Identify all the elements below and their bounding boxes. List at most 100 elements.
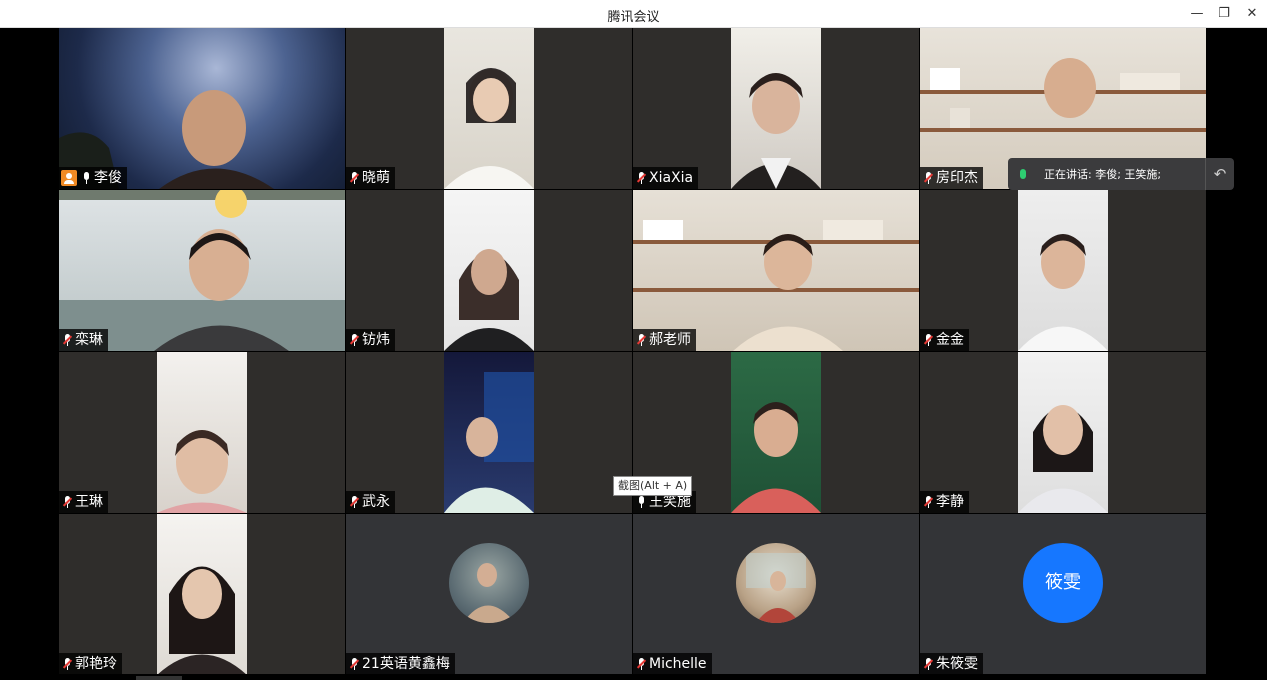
close-button[interactable]: ✕ — [1241, 4, 1263, 24]
person-figure — [1018, 234, 1108, 351]
participant-name: 21英语黄鑫梅 — [362, 656, 450, 672]
participant-name: 郝老师 — [649, 332, 691, 348]
mic-muted-icon — [922, 657, 934, 671]
person-figure — [444, 249, 534, 351]
mic-muted-icon — [922, 171, 934, 185]
participant-name: 郭艳玲 — [75, 656, 117, 672]
title-bar: 腾讯会议 — ❐ ✕ — [0, 0, 1267, 28]
avatar-photo — [746, 553, 806, 623]
participant-video — [731, 28, 821, 189]
mic-muted-icon — [61, 495, 73, 509]
participant-name: 晓萌 — [362, 170, 390, 186]
avatar-photo — [463, 563, 515, 623]
person-figure — [157, 430, 247, 513]
bottom-tab — [136, 676, 182, 680]
video-tile-jinjin[interactable]: 金金 — [920, 190, 1206, 351]
participant-video — [59, 28, 345, 189]
video-tile-zhuxiaowen[interactable]: 筱雯 朱筱雯 — [920, 514, 1206, 675]
video-tile-xiaomeng[interactable]: 晓萌 — [346, 28, 632, 189]
participant-video — [444, 352, 534, 513]
minimize-button[interactable]: — — [1186, 4, 1208, 24]
participant-label: 朱筱雯 — [920, 653, 983, 675]
participant-name: 王琳 — [75, 494, 103, 510]
video-tile-lijun[interactable]: 李俊 — [59, 28, 345, 189]
participant-label: 王琳 — [59, 491, 108, 513]
participant-label: 李俊 — [59, 167, 127, 189]
video-tile-xiaxia[interactable]: XiaXia — [633, 28, 919, 189]
person-figure — [731, 73, 821, 189]
participant-label: Michelle — [633, 653, 712, 675]
participant-label: XiaXia — [633, 167, 699, 189]
video-tile-guoyanling[interactable]: 郭艳玲 — [59, 514, 345, 675]
mic-muted-icon — [922, 495, 934, 509]
person-figure — [1018, 405, 1108, 513]
video-tile-wuyong[interactable]: 武永 — [346, 352, 632, 513]
participant-name: 房印杰 — [936, 170, 978, 186]
mic-muted-icon — [922, 333, 934, 347]
participant-video — [157, 352, 247, 513]
participant-video — [157, 514, 247, 675]
participant-video — [444, 190, 534, 351]
mic-muted-icon — [348, 495, 360, 509]
bottom-strip — [0, 674, 1267, 680]
participant-video — [444, 28, 534, 189]
participant-name: 朱筱雯 — [936, 656, 978, 672]
video-tile-lijing[interactable]: 李静 — [920, 352, 1206, 513]
participant-label: 栾琳 — [59, 329, 108, 351]
participant-video — [731, 352, 821, 513]
participant-label: 郝老师 — [633, 329, 696, 351]
mic-muted-icon — [61, 333, 73, 347]
mic-on-icon — [635, 495, 647, 509]
participant-avatar: 筱雯 — [1023, 543, 1103, 623]
speaking-indicator[interactable]: 正在讲话: 李俊; 王笑施; ↶ — [1008, 158, 1234, 190]
video-tile-huangxinmei[interactable]: 21英语黄鑫梅 — [346, 514, 632, 675]
participant-label: 房印杰 — [920, 167, 983, 189]
mic-muted-icon — [635, 171, 647, 185]
participant-label: 武永 — [346, 491, 395, 513]
participant-label: 21英语黄鑫梅 — [346, 653, 455, 675]
participant-label: 晓萌 — [346, 167, 395, 189]
participant-name: 李静 — [936, 494, 964, 510]
person-figure — [59, 190, 345, 351]
mic-muted-icon — [61, 657, 73, 671]
video-tile-fangwei[interactable]: 钫炜 — [346, 190, 632, 351]
participant-name: Michelle — [649, 656, 707, 672]
restore-button[interactable]: ❐ — [1213, 4, 1235, 24]
participant-avatar — [736, 543, 816, 623]
person-figure — [59, 90, 274, 189]
window-title: 腾讯会议 — [607, 10, 660, 25]
mic-muted-icon — [348, 333, 360, 347]
video-tile-haolaoshi[interactable]: 郝老师 — [633, 190, 919, 351]
person-figure — [444, 68, 534, 189]
participant-label: 钫炜 — [346, 329, 395, 351]
video-tile-michelle[interactable]: Michelle — [633, 514, 919, 675]
person-figure — [444, 372, 534, 513]
person-figure — [157, 566, 247, 675]
participant-label: 李静 — [920, 491, 969, 513]
screenshot-tooltip: 截图(Alt + A) — [613, 476, 693, 496]
participant-name: XiaXia — [649, 170, 694, 186]
participant-name: 金金 — [936, 332, 964, 348]
speaking-text: 正在讲话: 李俊; 王笑施; — [1044, 168, 1162, 181]
mic-muted-icon — [348, 171, 360, 185]
participant-video — [633, 190, 919, 351]
person-figure — [731, 402, 821, 513]
participant-label: 郭艳玲 — [59, 653, 122, 675]
participant-name: 武永 — [362, 494, 390, 510]
bookshelf-background — [633, 220, 919, 351]
collapse-icon[interactable]: ↶ — [1205, 158, 1234, 190]
video-tile-luanlin[interactable]: 栾琳 — [59, 190, 345, 351]
host-icon — [61, 170, 77, 186]
mic-muted-icon — [635, 657, 647, 671]
video-tile-wanglin[interactable]: 王琳 — [59, 352, 345, 513]
participant-video — [59, 190, 345, 351]
participant-label: 金金 — [920, 329, 969, 351]
participant-name: 钫炜 — [362, 332, 390, 348]
participant-video — [1018, 352, 1108, 513]
participant-avatar — [449, 543, 529, 623]
participant-name: 栾琳 — [75, 332, 103, 348]
mic-muted-icon — [635, 333, 647, 347]
speaking-mic-icon — [1008, 158, 1038, 190]
video-grid: 李俊 晓萌 XiaXia 房印杰 栾琳 钫炜 郝老师 金金 王琳 武永 王笑施 … — [59, 28, 1206, 675]
mic-on-icon — [80, 171, 92, 185]
